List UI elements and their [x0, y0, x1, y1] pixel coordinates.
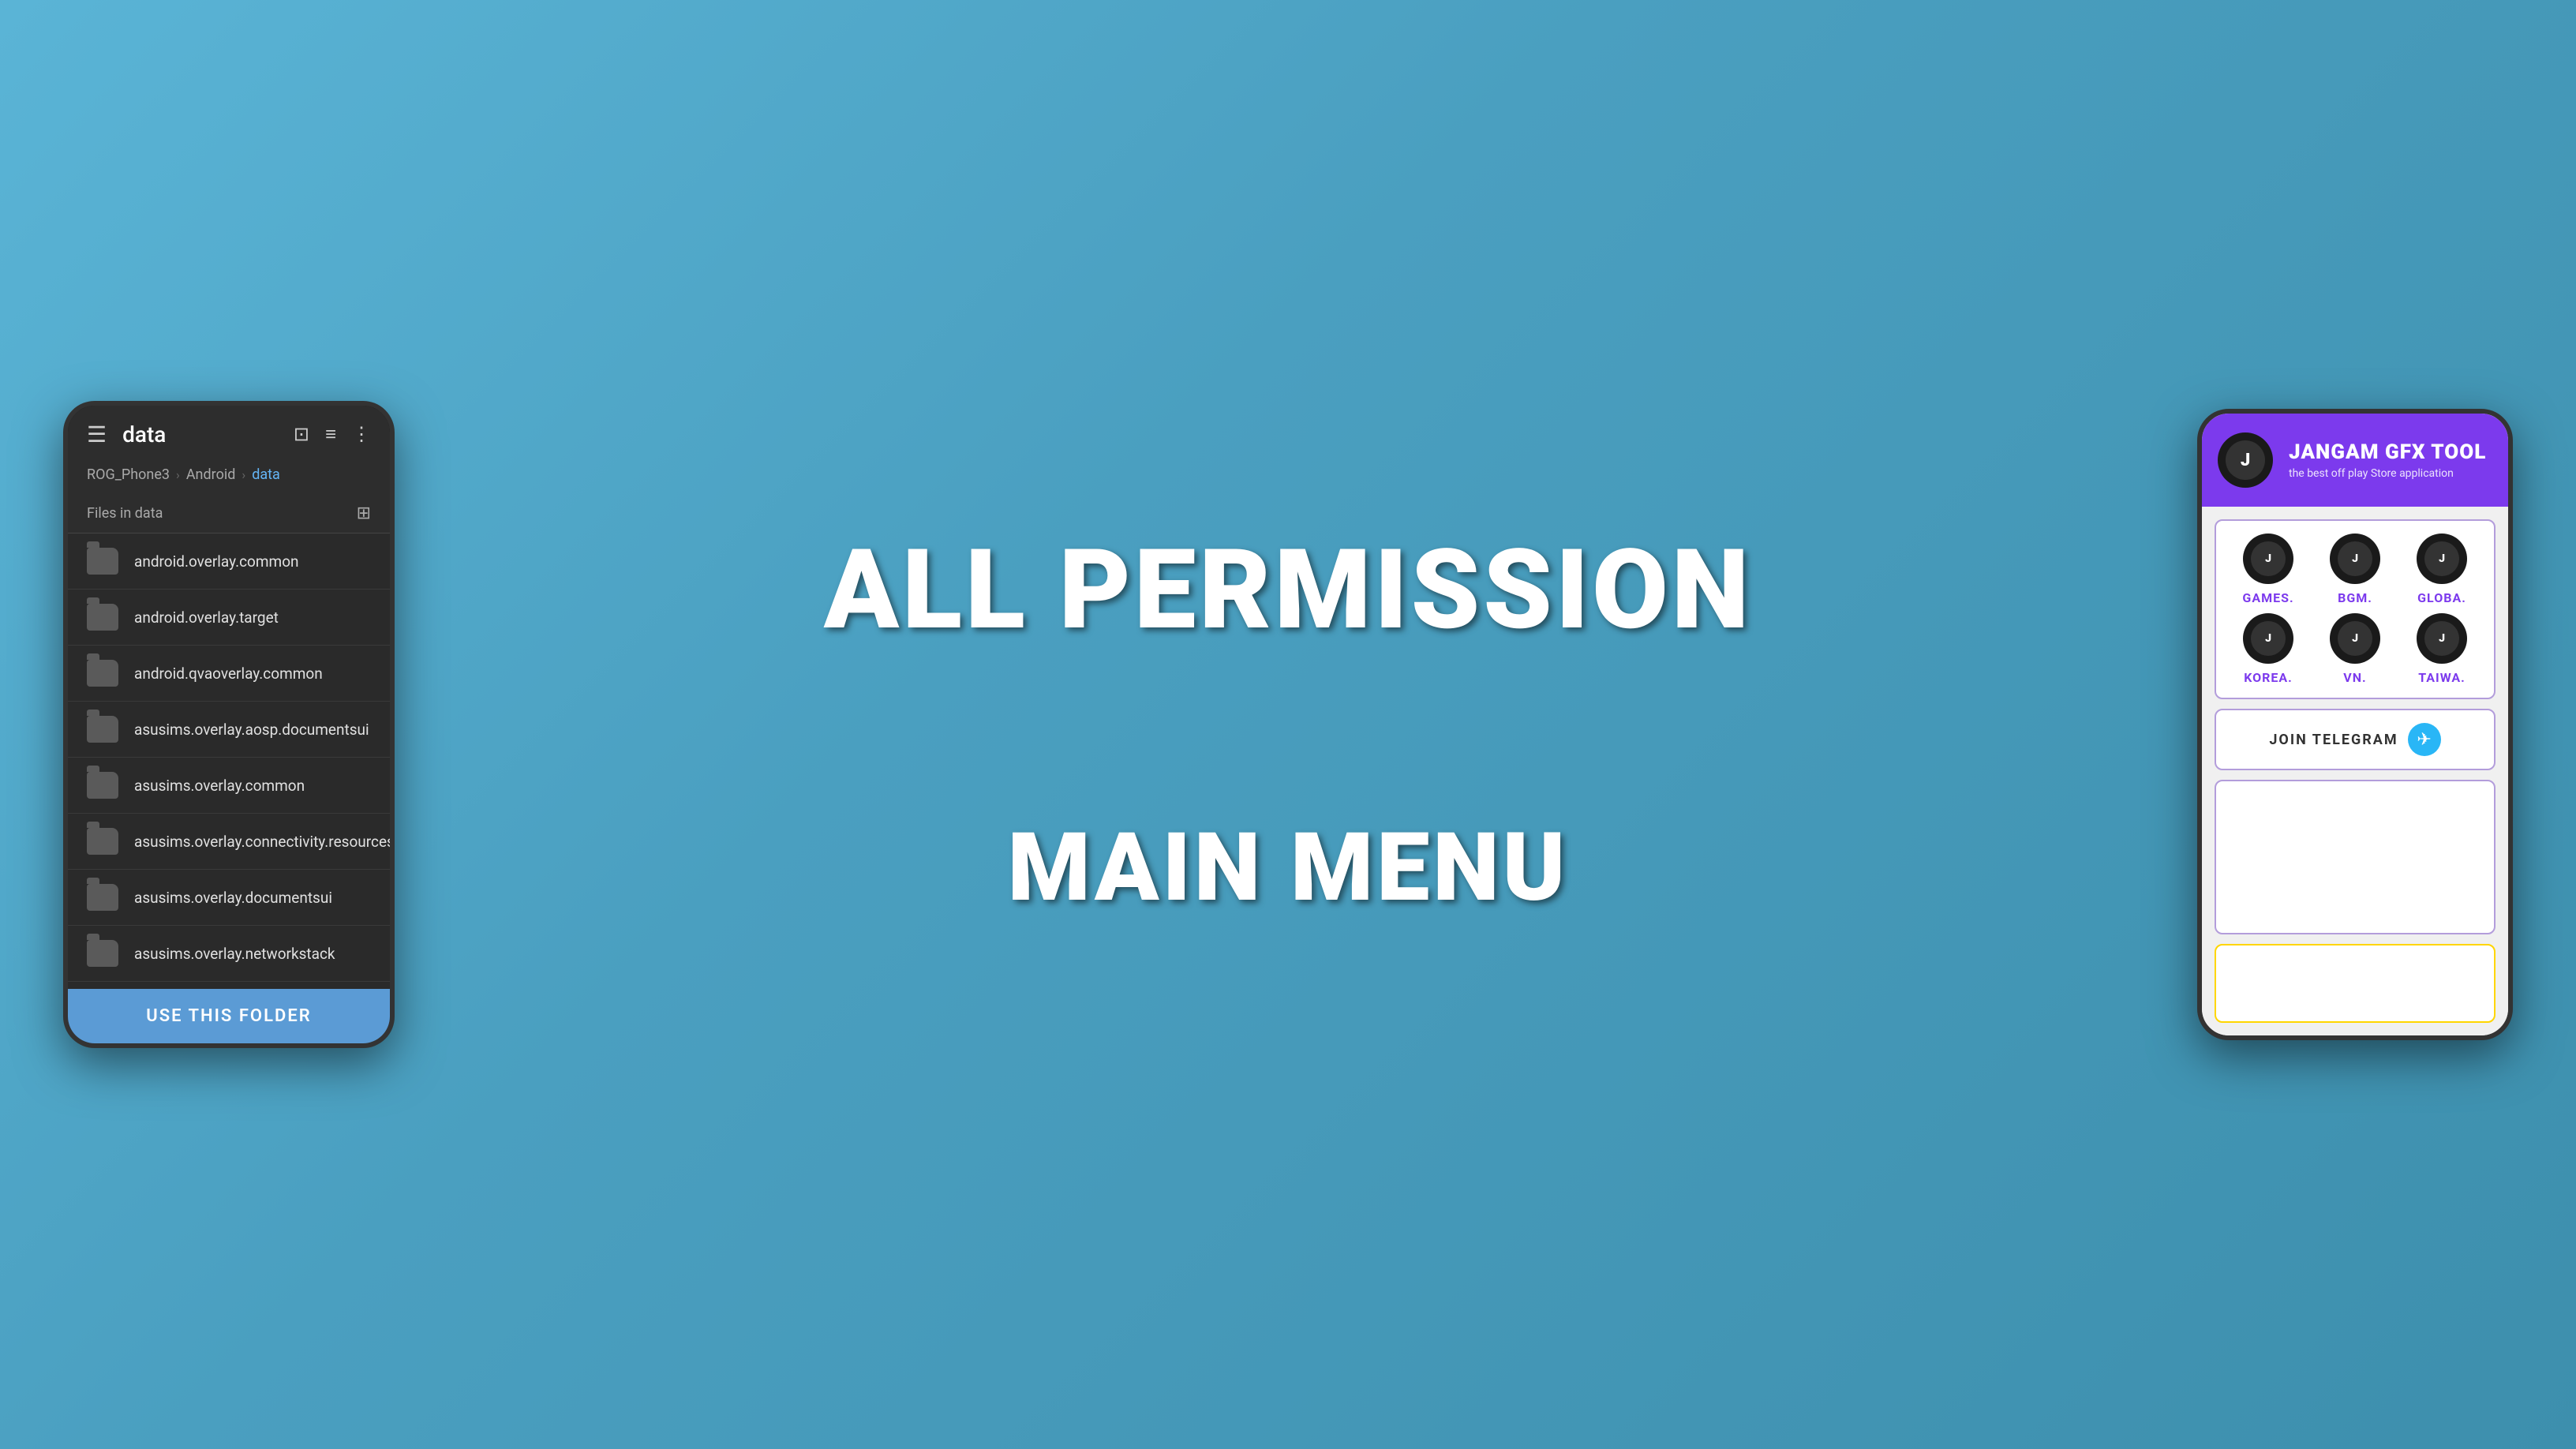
use-this-folder-button[interactable]: USE THIS FOLDER [68, 989, 390, 1043]
file-manager-header: ☰ data ⊡ ≡ ⋮ [68, 406, 390, 460]
file-name: asusims.overlay.documentsui [134, 889, 332, 907]
app-title: JANGAM GFX TOOL [2289, 440, 2492, 464]
korea-icon-inner: J [2251, 621, 2286, 656]
taiwa-icon-inner: J [2424, 621, 2459, 656]
center-overlay: ALL PERMISSION MAIN MENU [824, 526, 1752, 923]
header-left: ☰ data [87, 421, 166, 447]
globa-icon-mark: J [2439, 552, 2445, 565]
header-icons: ⊡ ≡ ⋮ [294, 423, 371, 446]
app-subtitle: the best off play Store application [2289, 467, 2492, 480]
vn-icon: J [2330, 613, 2380, 664]
games-menu-item[interactable]: J GAMES. [2229, 534, 2308, 605]
breadcrumb: ROG_Phone3 › Android › data [68, 460, 390, 494]
yellow-border-section [2215, 944, 2496, 1023]
telegram-icon: ✈ [2408, 723, 2441, 756]
join-telegram-button[interactable]: JOIN TELEGRAM ✈ [2215, 709, 2496, 770]
games-icon: J [2243, 534, 2293, 584]
files-in-label: Files in data [87, 505, 163, 522]
games-label: GAMES. [2242, 590, 2293, 605]
folder-icon [87, 716, 118, 743]
folder-icon [87, 660, 118, 687]
korea-icon-mark: J [2265, 632, 2271, 645]
folder-icon [87, 772, 118, 799]
new-folder-icon[interactable]: ⊡ [294, 423, 309, 446]
list-item[interactable]: android.qvaoverlay.common [68, 646, 390, 702]
vn-label: VN. [2343, 670, 2366, 685]
bgm-icon-mark: J [2352, 552, 2358, 565]
list-item[interactable]: asusims.overlay.documentsui [68, 870, 390, 926]
folder-title: data [122, 421, 166, 447]
games-icon-inner: J [2251, 541, 2286, 576]
logo-mark: J [2241, 451, 2250, 470]
telegram-arrow-icon: ✈ [2417, 730, 2431, 750]
file-name: android.overlay.target [134, 608, 279, 627]
main-menu-heading: MAIN MENU [824, 813, 1752, 923]
breadcrumb-android[interactable]: Android [186, 466, 236, 483]
folder-icon [87, 828, 118, 855]
folder-icon [87, 884, 118, 911]
gfx-content: J GAMES. J BGM. J [2202, 507, 2508, 1035]
globa-icon-inner: J [2424, 541, 2459, 576]
logo-inner: J [2226, 440, 2265, 480]
breadcrumb-sep-2: › [242, 467, 245, 482]
list-item[interactable]: asusims.overlay.common [68, 758, 390, 814]
games-icon-mark: J [2265, 552, 2271, 565]
gfx-header: J JANGAM GFX TOOL the best off play Stor… [2202, 414, 2508, 507]
bgm-icon-inner: J [2338, 541, 2372, 576]
list-item[interactable]: asusims.overlay.tethering [68, 982, 390, 989]
taiwa-label: TAIWA. [2418, 670, 2466, 685]
menu-grid-section: J GAMES. J BGM. J [2215, 519, 2496, 699]
files-header: Files in data ⊞ [68, 494, 390, 534]
vn-icon-inner: J [2338, 621, 2372, 656]
list-item[interactable]: asusims.overlay.connectivity.resources [68, 814, 390, 870]
grid-view-icon[interactable]: ⊞ [357, 504, 371, 523]
bgm-menu-item[interactable]: J BGM. [2316, 534, 2394, 605]
more-options-icon[interactable]: ⋮ [352, 423, 371, 446]
bgm-label: BGM. [2338, 590, 2372, 605]
file-name: asusims.overlay.connectivity.resources [134, 833, 390, 851]
menu-row-2: J KOREA. J VN. J [2229, 613, 2481, 685]
list-item[interactable]: android.overlay.common [68, 534, 390, 590]
vn-icon-mark: J [2352, 632, 2358, 645]
file-name: android.qvaoverlay.common [134, 665, 323, 683]
breadcrumb-sep-1: › [176, 467, 180, 482]
app-title-block: JANGAM GFX TOOL the best off play Store … [2289, 440, 2492, 480]
right-phone: J JANGAM GFX TOOL the best off play Stor… [2197, 409, 2513, 1040]
folder-icon [87, 940, 118, 967]
file-name: android.overlay.common [134, 552, 299, 571]
globa-icon: J [2417, 534, 2467, 584]
menu-row-1: J GAMES. J BGM. J [2229, 534, 2481, 605]
folder-icon [87, 604, 118, 631]
vn-menu-item[interactable]: J VN. [2316, 613, 2394, 685]
all-permission-heading: ALL PERMISSION [824, 526, 1752, 655]
file-name: asusims.overlay.networkstack [134, 945, 335, 963]
korea-label: KOREA. [2244, 670, 2293, 685]
hamburger-icon[interactable]: ☰ [87, 421, 107, 447]
breadcrumb-rog[interactable]: ROG_Phone3 [87, 466, 170, 483]
file-name: asusims.overlay.common [134, 777, 305, 795]
list-item[interactable]: android.overlay.target [68, 590, 390, 646]
app-logo: J [2218, 432, 2273, 488]
telegram-label: JOIN TELEGRAM [2269, 732, 2398, 748]
file-list: android.overlay.common android.overlay.t… [68, 534, 390, 989]
left-phone: ☰ data ⊡ ≡ ⋮ ROG_Phone3 › Android › data… [63, 401, 395, 1048]
folder-icon [87, 548, 118, 575]
list-item[interactable]: asusims.overlay.aosp.documentsui [68, 702, 390, 758]
breadcrumb-data: data [252, 466, 280, 483]
list-item[interactable]: asusims.overlay.networkstack [68, 926, 390, 982]
korea-icon: J [2243, 613, 2293, 664]
sort-icon[interactable]: ≡ [325, 423, 336, 446]
taiwa-icon-mark: J [2439, 632, 2445, 645]
globa-menu-item[interactable]: J GLOBA. [2402, 534, 2481, 605]
bgm-icon: J [2330, 534, 2380, 584]
file-name: asusims.overlay.aosp.documentsui [134, 721, 369, 739]
taiwa-menu-item[interactable]: J TAIWA. [2402, 613, 2481, 685]
korea-menu-item[interactable]: J KOREA. [2229, 613, 2308, 685]
globa-label: GLOBA. [2417, 590, 2466, 605]
taiwa-icon: J [2417, 613, 2467, 664]
bottom-section [2215, 780, 2496, 934]
